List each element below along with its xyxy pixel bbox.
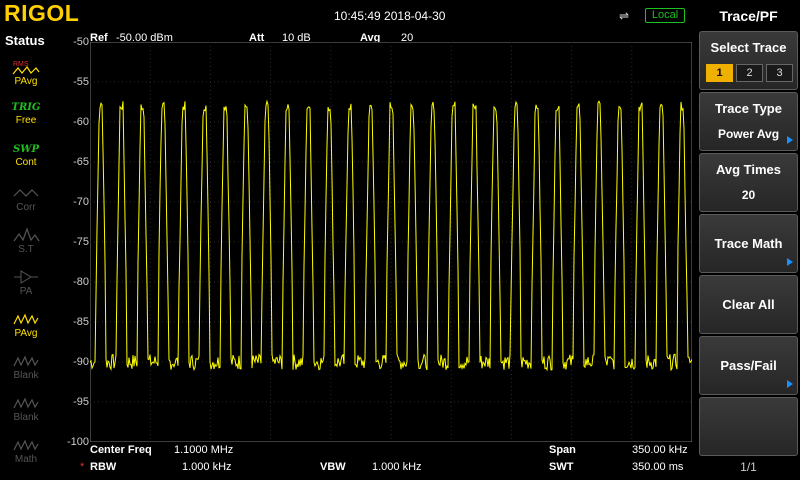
trace-option-3[interactable]: 3 bbox=[766, 64, 793, 82]
status-label: PA bbox=[19, 286, 33, 297]
status-trace-blank-3: Blank bbox=[2, 392, 50, 432]
rbw-label: RBW bbox=[90, 461, 117, 473]
status-swp-cont: SWP Cont bbox=[2, 140, 50, 180]
power-avg-icon: RMS bbox=[2, 58, 50, 76]
pass-fail-button[interactable]: Pass/Fail bbox=[699, 336, 798, 395]
usb-icon: ⇌ bbox=[619, 9, 630, 23]
status-label: Blank bbox=[13, 412, 39, 423]
menu-page-indicator: 1/1 bbox=[740, 460, 757, 474]
y-tick-label: -90 bbox=[73, 356, 89, 368]
y-tick-label: -65 bbox=[73, 156, 89, 168]
preamp-icon bbox=[2, 268, 50, 286]
status-title: Status bbox=[5, 33, 45, 48]
center-freq-label: Center Freq bbox=[90, 444, 152, 456]
vbw-label: VBW bbox=[320, 461, 346, 473]
clear-all-button[interactable]: Clear All bbox=[699, 275, 798, 334]
avg-times-button[interactable]: Avg Times 20 bbox=[699, 153, 798, 212]
empty-softkey[interactable] bbox=[699, 397, 798, 456]
status-trig-free: TRIG Free bbox=[2, 98, 50, 138]
menu-title: Trace/PF bbox=[719, 8, 778, 24]
y-tick-label: -50 bbox=[73, 36, 89, 48]
y-tick-label: -70 bbox=[73, 196, 89, 208]
date-time: 10:45:49 2018-04-30 bbox=[334, 9, 446, 23]
clear-all-label: Clear All bbox=[722, 297, 775, 312]
trigger-icon: TRIG bbox=[11, 102, 41, 113]
avg-times-value: 20 bbox=[741, 188, 756, 202]
status-corr: Corr bbox=[2, 182, 50, 222]
span-value: 350.00 kHz bbox=[632, 444, 688, 456]
status-label: PAvg bbox=[14, 76, 38, 87]
trace-type-label: Trace Type bbox=[715, 101, 782, 116]
trace-blank-icon bbox=[2, 352, 50, 370]
status-label: Corr bbox=[16, 202, 36, 213]
rigol-logo: RIGOL bbox=[4, 0, 80, 26]
avg-times-label: Avg Times bbox=[715, 162, 782, 177]
top-bar: RIGOL 10:45:49 2018-04-30 ⇌ Local bbox=[0, 0, 697, 30]
status-label: Math bbox=[14, 454, 38, 465]
select-trace-button[interactable]: Select Trace 1 2 3 bbox=[699, 31, 798, 90]
trace-type-value: Power Avg bbox=[717, 127, 780, 141]
trace-math-button[interactable]: Trace Math bbox=[699, 214, 798, 273]
status-rms-pavg: RMS PAvg bbox=[2, 56, 50, 96]
y-tick-label: -60 bbox=[73, 116, 89, 128]
status-label: S.T bbox=[18, 244, 34, 255]
y-tick-label: -85 bbox=[73, 316, 89, 328]
signal-track-icon bbox=[2, 226, 50, 244]
status-trace-pavg: PAvg bbox=[2, 308, 50, 348]
submenu-arrow-icon bbox=[787, 136, 793, 144]
trace-pavg-icon bbox=[2, 310, 50, 328]
y-tick-label: -75 bbox=[73, 236, 89, 248]
select-trace-label: Select Trace bbox=[710, 40, 787, 55]
status-trace-math: Math bbox=[2, 434, 50, 474]
trace-option-2[interactable]: 2 bbox=[736, 64, 763, 82]
correction-icon bbox=[2, 184, 50, 202]
vbw-value: 1.000 kHz bbox=[372, 461, 422, 473]
status-preamp: PA bbox=[2, 266, 50, 306]
trace-blank-icon bbox=[2, 394, 50, 412]
softkey-menu: Trace/PF Select Trace 1 2 3 Trace Type P… bbox=[697, 0, 800, 480]
status-label: Cont bbox=[15, 157, 37, 168]
rbw-value: 1.000 kHz bbox=[182, 461, 232, 473]
sweep-icon: SWP bbox=[13, 144, 39, 155]
trace-math-icon bbox=[2, 436, 50, 454]
spectrum-plot bbox=[90, 42, 692, 442]
status-label: Blank bbox=[13, 370, 39, 381]
trace-math-label: Trace Math bbox=[714, 236, 783, 251]
y-tick-label: -55 bbox=[73, 76, 89, 88]
status-label: Free bbox=[15, 115, 37, 126]
submenu-arrow-icon bbox=[787, 380, 793, 388]
status-label: PAvg bbox=[14, 328, 38, 339]
rbw-manual-marker: * bbox=[80, 461, 85, 473]
span-label: Span bbox=[549, 444, 576, 456]
status-trace-blank-2: Blank bbox=[2, 350, 50, 390]
y-tick-label: -100 bbox=[66, 436, 89, 448]
pass-fail-label: Pass/Fail bbox=[720, 358, 777, 373]
y-tick-label: -95 bbox=[73, 396, 89, 408]
swt-label: SWT bbox=[549, 461, 574, 473]
swt-value: 350.00 ms bbox=[632, 461, 684, 473]
center-freq-value: 1.1000 MHz bbox=[174, 444, 234, 456]
local-badge[interactable]: Local bbox=[645, 8, 685, 23]
trace-type-button[interactable]: Trace Type Power Avg bbox=[699, 92, 798, 151]
status-panel: Status RMS PAvg TRIG Free SWP Cont Corr … bbox=[0, 30, 52, 480]
submenu-arrow-icon bbox=[787, 258, 793, 266]
status-signal-track: S.T bbox=[2, 224, 50, 264]
y-tick-label: -80 bbox=[73, 276, 89, 288]
trace-option-1[interactable]: 1 bbox=[706, 64, 733, 82]
spectrum-display: Ref -50.00 dBm Att 10 dB Avg 20 -50 -55 -6… bbox=[52, 30, 697, 480]
